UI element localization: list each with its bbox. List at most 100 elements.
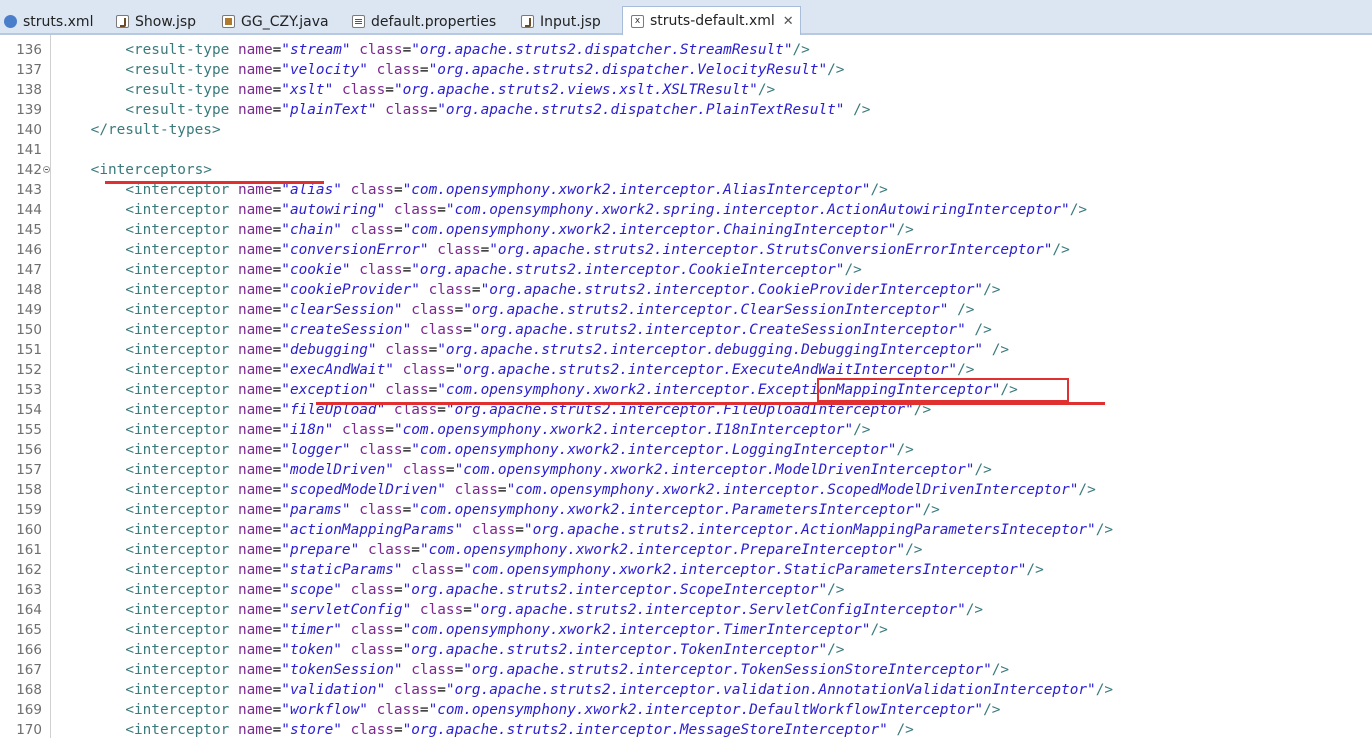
line-text: <interceptor name="actionMappingParams" … [56, 520, 1113, 540]
close-icon[interactable]: ✕ [783, 14, 794, 29]
attr-value-class: "com.opensymphony.xwork2.interceptor.Sta… [463, 562, 1027, 578]
line-text: <interceptor name="i18n" class="com.open… [56, 420, 870, 440]
line-number: 143 [16, 182, 42, 198]
xml-tag-close: /> [870, 182, 888, 198]
attr-name: class [428, 282, 472, 298]
line-number: 136 [16, 42, 42, 58]
attr-value-class: "com.opensymphony.xwork2.spring.intercep… [445, 202, 1070, 218]
xml-tag-open: <interceptor [125, 582, 238, 598]
equals: = [272, 102, 282, 118]
line-text: <interceptor name="tokenSession" class="… [56, 660, 1009, 680]
xml-tag-close: /> [844, 102, 871, 118]
equals: = [385, 82, 394, 98]
attr-value-class: "com.opensymphony.xwork2.interceptor.Par… [411, 502, 923, 518]
line-text: <interceptors> [56, 160, 212, 180]
xml-tag-open: <interceptor [125, 402, 238, 418]
tab-struts-xml[interactable]: struts.xml [4, 8, 93, 35]
attr-value-name: "exception" [281, 382, 377, 398]
attr-name: class [350, 222, 394, 238]
tab-input-jsp[interactable]: Input.jsp [521, 8, 601, 35]
tab-default-properties[interactable]: default.properties [352, 8, 496, 35]
attr-value-name: "modelDriven" [281, 462, 394, 478]
attr-value-name: "xslt" [281, 82, 334, 98]
attr-value-name: "cookieProvider" [281, 282, 420, 298]
code-editor[interactable]: 136 <result-type name="stream" class="or… [0, 35, 1372, 738]
attr-value-name: "plainText" [281, 102, 377, 118]
annotation-underline-exception [316, 402, 1105, 405]
line-text: <interceptor name="createSession" class=… [56, 320, 992, 340]
attr-value-class: "org.apache.struts2.views.xslt.XSLTResul… [393, 82, 758, 98]
line-number: 144 [16, 202, 42, 218]
line-number: 157 [16, 462, 42, 478]
equals: = [402, 502, 412, 518]
equals: = [515, 522, 524, 538]
attr-value-class: "org.apache.struts2.dispatcher.PlainText… [437, 102, 845, 118]
xml-tag-open: <result-type [125, 82, 238, 98]
equals: = [272, 542, 282, 558]
line-number: 151 [16, 342, 42, 358]
xml-tag-close: /> [957, 362, 975, 378]
attr-name: name [237, 582, 273, 598]
tab-label: struts.xml [23, 13, 94, 30]
fold-toggle-icon[interactable] [43, 166, 50, 173]
attr-value-class: "com.opensymphony.xwork2.interceptor.Ali… [402, 182, 871, 198]
tab-gg-czy-java[interactable]: GG_CZY.java [222, 8, 329, 35]
attr-value-class: "com.opensymphony.xwork2.interceptor.Mod… [454, 462, 975, 478]
line-number: 163 [16, 582, 42, 598]
xml-tag-open: <interceptor [125, 562, 238, 578]
line-number: 141 [16, 142, 42, 158]
line-number: 148 [16, 282, 42, 298]
xml-tag-close: /> [965, 322, 992, 338]
attr-value-name: "debugging" [281, 342, 377, 358]
xml-tag-open: <interceptor [125, 502, 238, 518]
xml-tag-open: <interceptor [125, 462, 238, 478]
java-file-icon [222, 15, 235, 28]
attr-name: class [376, 62, 420, 78]
line-number: 168 [16, 682, 42, 698]
xml-tag-close: /> [974, 462, 992, 478]
attr-name: name [237, 102, 273, 118]
equals: = [445, 462, 455, 478]
attr-value-name: "clearSession" [281, 302, 403, 318]
equals: = [402, 442, 412, 458]
xml-tag-open: <interceptor [125, 662, 238, 678]
line-text: <interceptor name="autowiring" class="co… [56, 200, 1087, 220]
xml-tag-open: <interceptor [125, 642, 238, 658]
tab-show-jsp[interactable]: Show.jsp [116, 8, 196, 35]
attr-value-class: "com.opensymphony.xwork2.interceptor.I18… [393, 422, 854, 438]
equals: = [272, 582, 282, 598]
tab-struts-default-xml[interactable]: x struts-default.xml ✕ [622, 6, 801, 35]
attr-name: class [471, 522, 516, 538]
xml-tag-open: <interceptor [125, 722, 238, 738]
attr-value-name: "i18n" [281, 422, 334, 438]
equals: = [419, 702, 429, 718]
line-text: <interceptor name="logger" class="com.op… [56, 440, 913, 460]
line-text: <interceptor name="validation" class="or… [56, 680, 1113, 700]
attr-name: name [237, 282, 273, 298]
line-number: 164 [16, 602, 42, 618]
attr-name: name [237, 322, 273, 338]
equals: = [393, 642, 403, 658]
attr-value-name: "validation" [281, 682, 386, 698]
xml-tag-close: /> [827, 62, 845, 78]
equals: = [437, 202, 446, 218]
line-text: <interceptor name="timer" class="com.ope… [56, 620, 887, 640]
attr-name: name [237, 402, 273, 418]
line-number: 150 [16, 322, 42, 338]
properties-file-icon [352, 15, 365, 28]
xml-tag-open: <interceptor [125, 202, 238, 218]
